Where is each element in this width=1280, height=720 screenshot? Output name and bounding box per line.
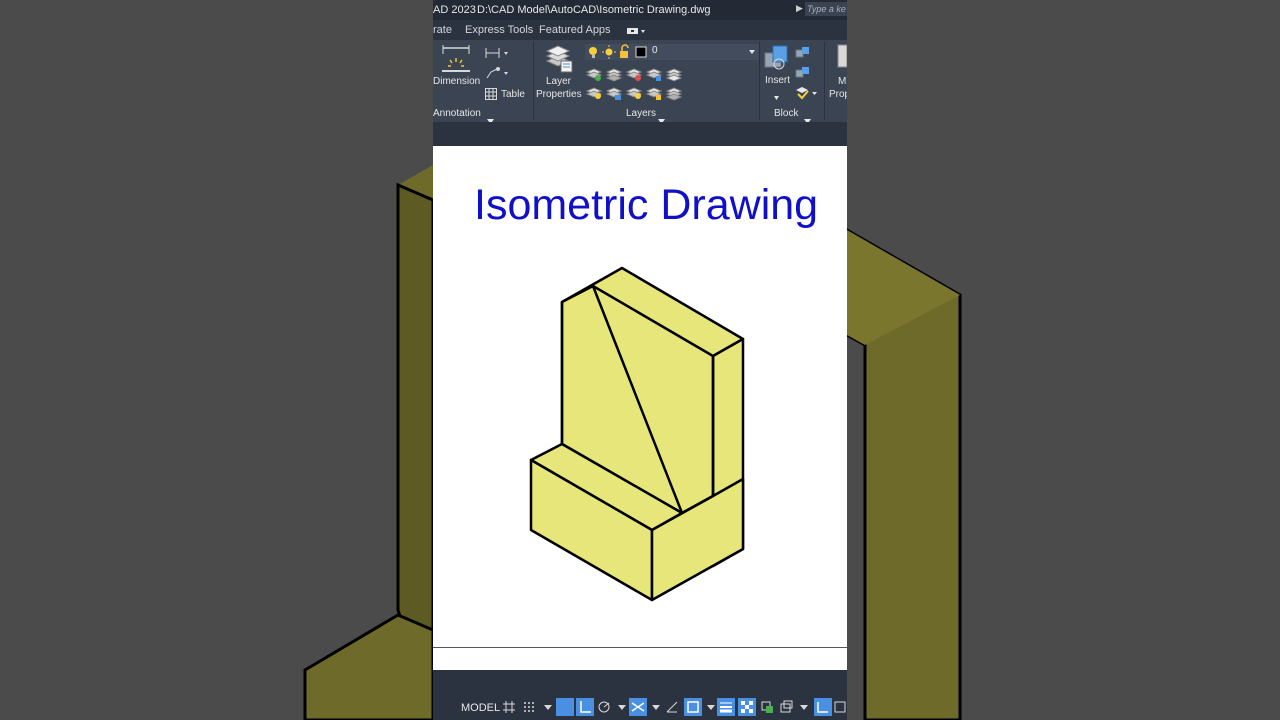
- annotation-monitor-icon[interactable]: [779, 700, 793, 714]
- tab-express-tools[interactable]: Express Tools: [465, 24, 533, 36]
- object-snap-tracking-icon[interactable]: [665, 700, 679, 714]
- insert-button[interactable]: Insert: [765, 74, 790, 87]
- layer-tools-row1: [585, 66, 685, 87]
- transparency-icon[interactable]: [738, 698, 756, 716]
- snap-mode-icon[interactable]: [522, 700, 536, 714]
- ortho-mode-icon[interactable]: [576, 698, 594, 716]
- units-dropdown-icon[interactable]: [797, 700, 811, 714]
- grid-icon[interactable]: [502, 700, 516, 714]
- lineweight-icon[interactable]: [717, 698, 735, 716]
- table-button[interactable]: Table: [501, 88, 525, 101]
- create-block-icon[interactable]: [795, 46, 811, 65]
- search-input[interactable]: Type a ke: [805, 2, 847, 16]
- file-path: D:\CAD Model\AutoCAD\Isometric Drawing.d…: [477, 4, 711, 16]
- selection-cycling-icon[interactable]: [760, 700, 774, 714]
- ribbon-panel: Dimension Table Annotation Layer Propert…: [433, 40, 847, 124]
- ribbon-separator: [433, 122, 847, 144]
- table-icon[interactable]: [485, 87, 497, 105]
- model-space-button[interactable]: MODEL: [461, 702, 500, 714]
- layer-properties-icon[interactable]: [544, 43, 574, 78]
- polar-dropdown-icon[interactable]: [615, 700, 629, 714]
- layer-properties-button-line2[interactable]: Properties: [536, 88, 582, 101]
- leader-icon[interactable]: [485, 66, 509, 85]
- insert-block-icon[interactable]: [763, 44, 791, 77]
- tab-collaborate[interactable]: rate: [433, 24, 452, 36]
- layers-panel-label[interactable]: Layers: [626, 108, 656, 119]
- edit-block-icon[interactable]: [795, 66, 811, 85]
- app-title: AD 2023: [433, 4, 476, 16]
- status-bar: MODEL: [433, 696, 847, 720]
- match-properties-button-line2[interactable]: Prop: [829, 88, 847, 101]
- expand-arrow-icon[interactable]: ▶: [796, 3, 803, 14]
- lock-ui-icon[interactable]: [834, 700, 847, 714]
- object-snap-icon[interactable]: [684, 698, 702, 716]
- layer-dropdown[interactable]: 0: [585, 44, 759, 60]
- osnap-dropdown-icon[interactable]: [704, 700, 718, 714]
- ribbon-tabs: rate Express Tools Featured Apps: [433, 20, 847, 40]
- isometric-dropdown-icon[interactable]: [649, 700, 663, 714]
- isometric-block-drawing: [529, 266, 745, 602]
- match-properties-button[interactable]: M: [838, 75, 846, 88]
- block-panel-label[interactable]: Block: [774, 108, 798, 119]
- snap-dropdown-icon[interactable]: [541, 700, 555, 714]
- isometric-drafting-icon[interactable]: [629, 698, 647, 716]
- dimension-button[interactable]: Dimension: [433, 75, 480, 88]
- current-layer-name: 0: [652, 45, 658, 56]
- dimension-icon[interactable]: [441, 44, 471, 79]
- layer-tools-row2: [585, 85, 685, 106]
- tab-options-icon[interactable]: [627, 26, 647, 38]
- linear-dimension-icon[interactable]: [485, 46, 509, 64]
- tab-featured-apps[interactable]: Featured Apps: [539, 24, 611, 36]
- title-bar: AD 2023 D:\CAD Model\AutoCAD\Isometric D…: [433, 0, 847, 20]
- match-properties-icon[interactable]: [837, 44, 847, 73]
- canvas-border-line: [433, 647, 847, 648]
- layer-tool-icon: [585, 68, 603, 81]
- insert-dropdown-icon[interactable]: [774, 88, 780, 106]
- drawing-canvas[interactable]: Isometric Drawing: [433, 146, 847, 670]
- layer-properties-button[interactable]: Layer: [546, 75, 571, 88]
- autocad-window: AD 2023 D:\CAD Model\AutoCAD\Isometric D…: [433, 0, 847, 720]
- infer-constraints-icon[interactable]: [556, 698, 574, 716]
- annotation-panel-label[interactable]: Annotation: [433, 108, 481, 119]
- block-attributes-icon[interactable]: [795, 86, 819, 105]
- quick-properties-icon[interactable]: [814, 698, 832, 716]
- polar-tracking-icon[interactable]: [597, 700, 611, 714]
